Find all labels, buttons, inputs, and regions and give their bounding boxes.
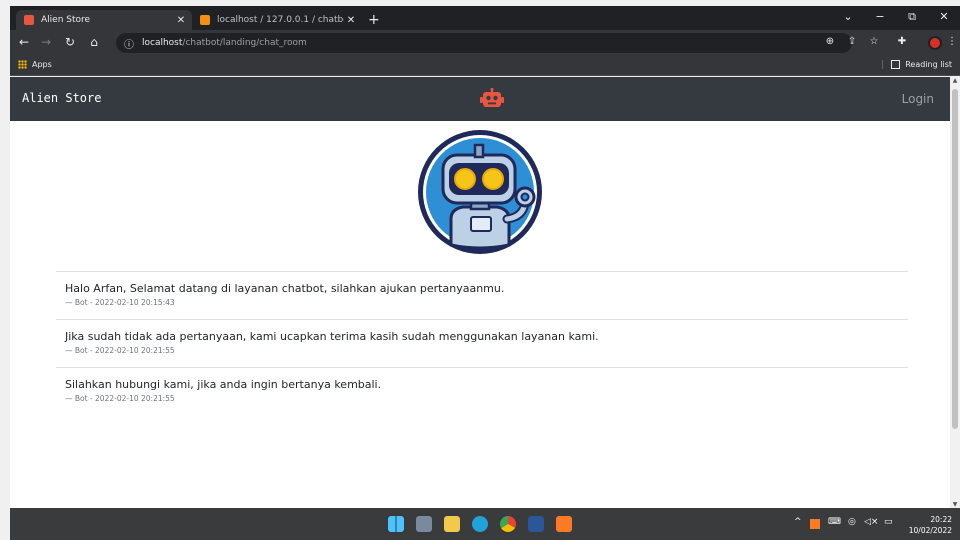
scroll-down-icon[interactable]: ▼	[950, 501, 960, 508]
url-host: localhost	[142, 38, 183, 48]
menu-icon[interactable]: ⋮	[944, 36, 960, 47]
message-meta: — Bot - 2022-02-10 20:21:55	[65, 394, 175, 403]
message-text: Halo Arfan, Selamat datang di layanan ch…	[65, 282, 505, 295]
tab-alien-store[interactable]: Alien Store ✕	[16, 10, 192, 30]
taskbar-clock[interactable]: 20:22 10/02/2022	[909, 514, 952, 536]
tab-title: Alien Store	[41, 15, 91, 25]
message-meta: — Bot - 2022-02-10 20:15:43	[65, 298, 175, 307]
back-icon[interactable]: ←	[16, 35, 32, 49]
scroll-up-icon[interactable]: ▲	[950, 77, 960, 84]
apps-shortcut[interactable]: Apps	[18, 60, 52, 69]
zoom-icon[interactable]: ⊕	[822, 36, 838, 47]
browser-toolbar: ← → ↻ ⌂ ⓘ localhost/chatbot/landing/chat…	[10, 30, 960, 56]
robot-favicon-icon	[24, 15, 34, 25]
file-explorer-icon[interactable]	[444, 516, 460, 532]
message-text: Jika sudah tidak ada pertanyaan, kami uc…	[65, 330, 599, 343]
minimize-button[interactable]: −	[868, 10, 892, 23]
browser-tabstrip: Alien Store ✕ localhost / 127.0.0.1 / ch…	[10, 6, 960, 30]
site-info-icon[interactable]: ⓘ	[124, 36, 134, 51]
url-path: /chatbot/landing/chat_room	[182, 38, 307, 48]
screen: Alien Store ✕ localhost / 127.0.0.1 / ch…	[0, 0, 960, 540]
forward-icon[interactable]: →	[38, 35, 54, 49]
login-link[interactable]: Login	[902, 92, 934, 106]
restore-button[interactable]: ⧉	[900, 10, 924, 24]
new-tab-button[interactable]: +	[368, 12, 380, 28]
message-meta: — Bot - 2022-02-10 20:21:55	[65, 346, 175, 355]
tray-overflow-icon[interactable]: ^	[794, 517, 802, 527]
reload-icon[interactable]: ↻	[62, 35, 78, 49]
volume-icon[interactable]: ◁×	[864, 517, 878, 527]
chat-log: Halo Arfan, Selamat datang di layanan ch…	[56, 271, 908, 415]
bookmarks-bar: Apps Reading list	[10, 56, 960, 76]
scrollbar-thumb[interactable]	[952, 89, 958, 429]
chat-message: Silahkan hubungi kami, jika anda ingin b…	[56, 367, 908, 415]
bookmark-star-icon[interactable]: ☆	[866, 36, 882, 47]
tray-xampp-icon[interactable]	[810, 519, 820, 529]
phpmyadmin-favicon-icon	[200, 15, 210, 25]
xampp-icon[interactable]	[556, 516, 572, 532]
share-icon[interactable]: ⇪	[844, 36, 860, 47]
profile-avatar[interactable]	[928, 36, 942, 50]
brand-link[interactable]: Alien Store	[22, 91, 101, 105]
reading-list-button[interactable]: Reading list	[882, 60, 952, 69]
network-icon[interactable]: ◎	[848, 517, 856, 527]
reading-list-icon	[891, 60, 901, 69]
robot-logo-icon	[480, 88, 504, 107]
apps-grid-icon	[18, 60, 27, 69]
word-icon[interactable]	[528, 516, 544, 532]
chrome-icon[interactable]	[500, 516, 516, 532]
tab-search-icon[interactable]: ⌄	[836, 10, 860, 23]
battery-icon[interactable]: ▭	[884, 517, 893, 527]
tab-phpmyadmin[interactable]: localhost / 127.0.0.1 / chatbot / c ✕	[192, 10, 362, 30]
chatbot-avatar	[418, 130, 542, 254]
chat-message: Jika sudah tidak ada pertanyaan, kami uc…	[56, 319, 908, 367]
edge-icon[interactable]	[472, 516, 488, 532]
message-text: Silahkan hubungi kami, jika anda ingin b…	[65, 378, 382, 391]
close-window-button[interactable]: ✕	[932, 10, 956, 23]
reading-list-label: Reading list	[905, 60, 952, 69]
clock-date: 10/02/2022	[908, 526, 952, 535]
widgets-icon[interactable]	[416, 516, 432, 532]
close-tab-icon[interactable]: ✕	[174, 15, 188, 26]
extensions-icon[interactable]: ✚	[894, 36, 910, 47]
windows-start-icon[interactable]	[388, 516, 404, 532]
page-viewport: Alien Store Login Halo Arfan, Selamat da…	[10, 77, 950, 508]
windows-taskbar: ^ ⌨ ◎ ◁× ▭ 20:22 10/02/2022	[10, 508, 960, 540]
apps-label: Apps	[32, 60, 52, 69]
keyboard-icon[interactable]: ⌨	[828, 517, 841, 527]
address-bar[interactable]: ⓘ localhost/chatbot/landing/chat_room	[116, 33, 852, 53]
home-icon[interactable]: ⌂	[86, 35, 102, 49]
close-tab-icon[interactable]: ✕	[344, 15, 358, 26]
page-scrollbar[interactable]: ▲ ▼	[950, 77, 960, 508]
chat-message: Halo Arfan, Selamat datang di layanan ch…	[56, 271, 908, 319]
tab-title: localhost / 127.0.0.1 / chatbot / c	[217, 15, 344, 25]
clock-time: 20:22	[930, 515, 952, 524]
site-navbar: Alien Store Login	[10, 77, 950, 121]
